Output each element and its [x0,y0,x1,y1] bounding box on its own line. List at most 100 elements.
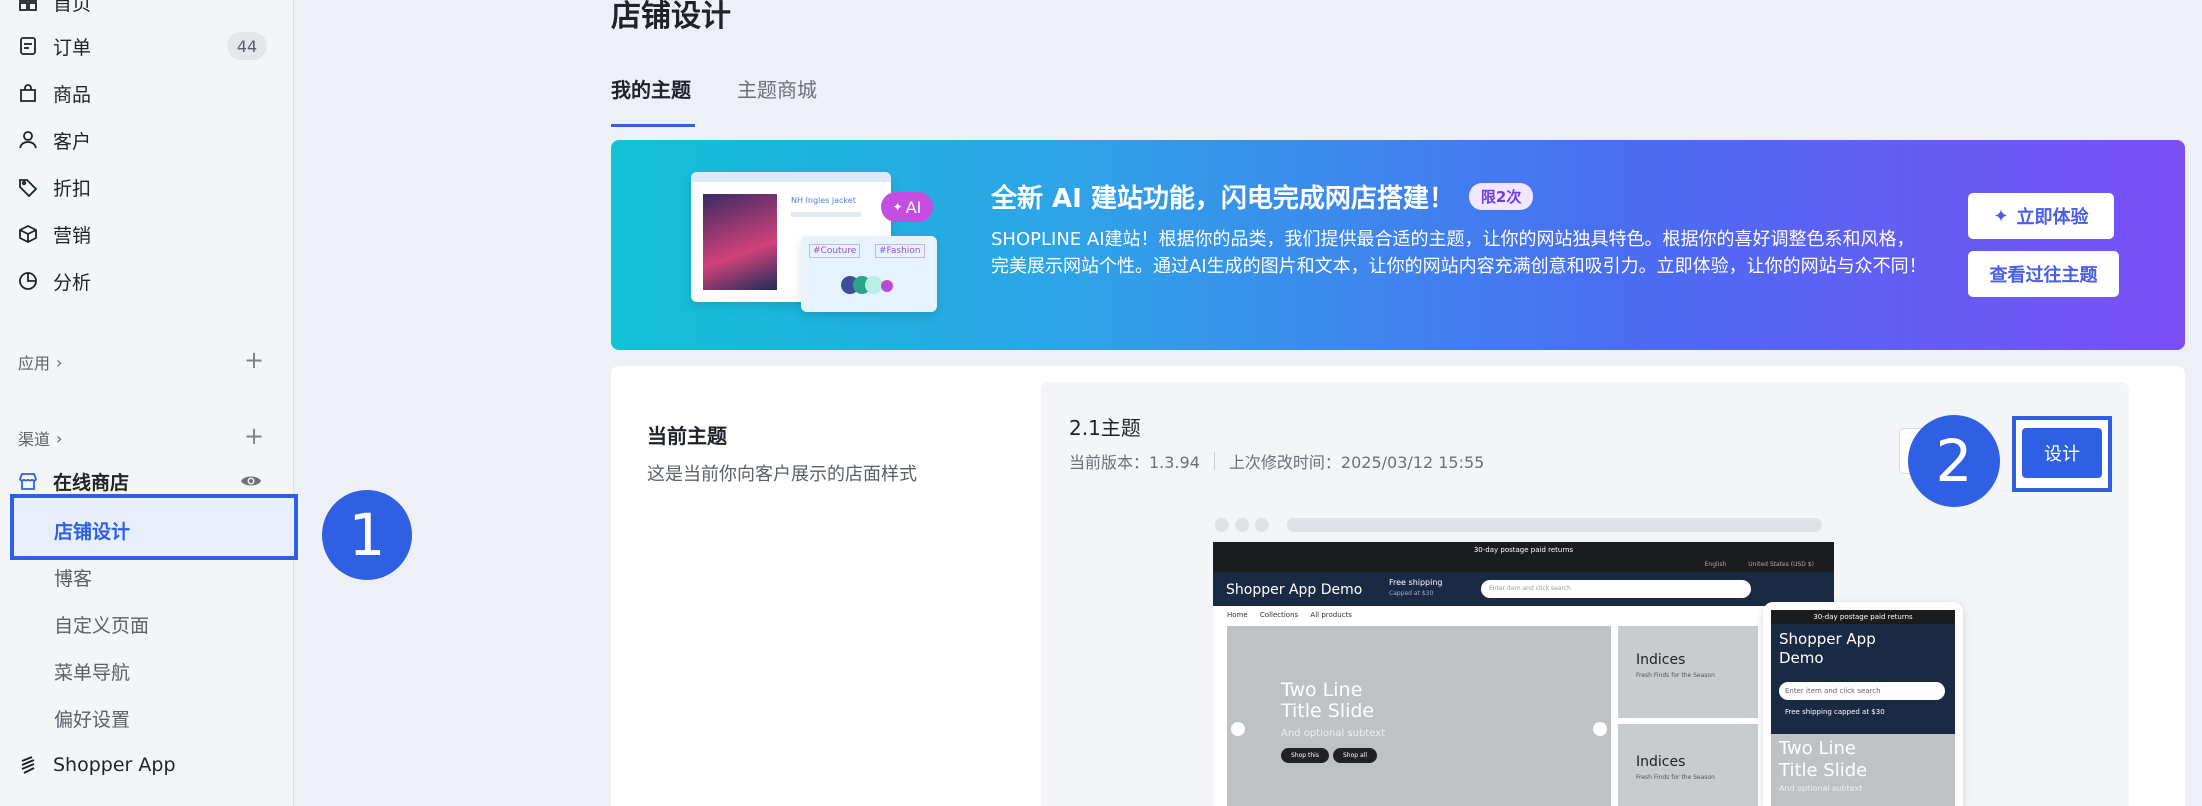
preview-shop-this: Shop this [1281,748,1329,763]
browser-chrome [1213,512,1834,542]
preview-slide-title-line: Two Line [1281,679,1363,701]
step-1-marker: 1 [322,490,412,580]
mobile-store-name: Shopper App Demo [1779,630,1876,668]
sidebar: 首页 订单 44 商品 客户 折扣 营销 分析 应用 › + 渠道 › + 在线… [0,0,298,806]
chevron-right-icon: › [56,352,63,372]
address-bar [1287,518,1822,532]
mobile-slide-title-line: Two Line [1779,738,1856,759]
sidebar-item-label: 营销 [53,224,92,247]
shopper-app-icon [18,755,38,775]
store-icon [18,471,38,491]
usage-limit-badge: 限2次 [1468,183,1534,210]
order-icon [18,36,38,56]
sidebar-item-label: Shopper App [53,754,176,776]
window-dot [1255,518,1269,532]
preview-header: Shopper App Demo Free shipping Capped at… [1213,572,1834,606]
chevron-right-icon: › [56,428,63,448]
ai-chip: ✦ AI [881,192,933,222]
eye-icon[interactable] [240,470,262,496]
sparkle-icon: ✦ [892,200,903,214]
sidebar-item-marketing[interactable]: 营销 [18,214,91,254]
mobile-announcement: 30-day postage paid returns [1771,610,1955,624]
illustration-product-title: NH Ingles jacket [791,196,856,205]
preview-store-name: Shopper App Demo [1226,582,1363,598]
order-count-badge: 44 [227,32,267,60]
mobile-preview[interactable]: 30-day postage paid returns Shopper App … [1763,602,1963,806]
preview-tile-2: Indices Fresh Finds for the Season [1618,724,1758,806]
pie-chart-icon [18,271,38,291]
add-app-icon[interactable]: + [244,348,264,372]
apps-section-label: 应用 [18,354,51,373]
sidebar-item-products[interactable]: 商品 [18,73,91,113]
apps-section-toggle[interactable]: 应用 › [18,350,62,374]
preview-slide-title: Two Line Title Slide [1281,680,1374,722]
sidebar-item-label: 在线商店 [53,471,130,494]
mobile-slide-title: Two Line Title Slide [1779,738,1867,782]
sparkle-icon: ✦ [1993,205,2009,227]
box-icon [18,224,38,244]
try-ai-button[interactable]: ✦ 立即体验 [1968,193,2114,239]
sidebar-item-blog[interactable]: 博客 [54,564,92,591]
window-dot [1235,518,1249,532]
ai-chip-label: AI [905,197,922,217]
banner-title: 全新 AI 建站功能，闪电完成网店搭建！ [991,184,1455,214]
sidebar-item-store-design[interactable]: 店铺设计 [54,517,130,544]
sidebar-item-custom-pages[interactable]: 自定义页面 [54,611,149,638]
mobile-slide-title-line: Title Slide [1779,760,1868,781]
home-icon [18,0,38,12]
preview-tile-title: Indices [1636,652,1686,668]
preview-hero-slide: Two Line Title Slide And optional subtex… [1227,626,1611,806]
current-theme-heading: 当前主题 [647,424,727,448]
ai-banner: NH Ingles jacket ✦ AI #Couture #Fashion 全… [611,140,2185,350]
mobile-shipping: Free shipping capped at $30 [1785,708,1885,716]
preview-shop-all: Shop all [1333,748,1378,763]
tab-theme-store[interactable]: 主题商城 [737,74,817,103]
active-tab-indicator [611,124,695,127]
user-icon [18,130,38,150]
tag-icon [18,177,38,197]
preview-prev-arrow [1231,722,1245,736]
preview-tile-1: Indices Fresh Finds for the Season [1618,626,1758,718]
meta-divider [1213,452,1215,470]
mobile-store-name-line: Demo [1779,649,1824,667]
illustration-window-bar [691,172,891,182]
preview-slide-subtitle: And optional subtext [1281,728,1386,739]
channels-section-toggle[interactable]: 渠道 › [18,426,62,450]
bag-icon [18,83,38,103]
preview-language: English [1704,561,1727,568]
design-button[interactable]: 设计 [2022,428,2102,478]
sidebar-item-orders[interactable]: 订单 [18,26,91,66]
sidebar-item-customers[interactable]: 客户 [18,120,91,160]
preview-nav: Home Collections All products [1213,606,1834,624]
preview-topbar: English United States (USD $) [1213,558,1834,572]
step-2-marker: 2 [1908,415,2000,507]
sidebar-item-home[interactable]: 首页 [18,0,91,22]
view-past-themes-button[interactable]: 查看过往主题 [1968,251,2119,297]
preview-next-arrow [1593,722,1607,736]
preview-nav-item: All products [1310,611,1352,619]
sidebar-item-preferences[interactable]: 偏好设置 [54,705,130,732]
desktop-preview[interactable]: 30-day postage paid returns English Unit… [1213,512,1834,806]
tab-my-themes[interactable]: 我的主题 [611,74,691,103]
add-channel-icon[interactable]: + [244,424,264,448]
sidebar-item-menu-navigation[interactable]: 菜单导航 [54,658,130,685]
banner-description: SHOPLINE AI建站！根据你的品类，我们提供最合适的主题，让你的网站独具特… [991,229,1927,277]
preview-tile-sub: Fresh Finds for the Season [1636,774,1715,781]
banner-title-row: 全新 AI 建站功能，闪电完成网店搭建！ 限2次 [991,178,1534,215]
theme-meta: 当前版本：1.3.94 上次修改时间：2025/03/12 15:55 [1069,449,1484,473]
preview-slide-title-line: Title Slide [1281,700,1375,722]
sidebar-item-label: 订单 [53,36,92,59]
sidebar-item-shopper-app[interactable]: Shopper App [18,745,176,785]
sidebar-item-analytics[interactable]: 分析 [18,261,91,301]
window-dot [1215,518,1229,532]
mobile-search: Enter item and click search [1779,682,1945,700]
channels-section-label: 渠道 [18,430,51,449]
preview-announcement-bar: 30-day postage paid returns [1213,542,1834,558]
sidebar-item-label: 首页 [53,0,92,15]
preview-tile-title: Indices [1636,754,1686,770]
mobile-slide-sub: And optional subtext [1779,784,1863,793]
preview-shipping-sub: Capped at $30 [1389,590,1434,597]
theme-name: 2.1主题 [1069,416,1141,440]
page-title: 店铺设计 [611,0,731,34]
sidebar-item-discounts[interactable]: 折扣 [18,167,91,207]
